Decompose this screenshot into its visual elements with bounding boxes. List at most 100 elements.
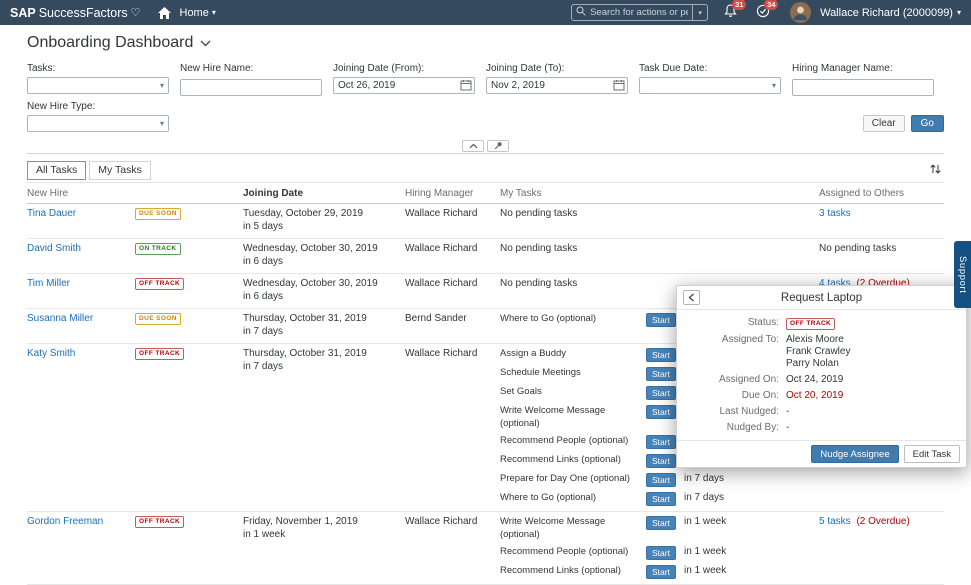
edit-task-button[interactable]: Edit Task: [904, 445, 960, 463]
tab-all-tasks[interactable]: All Tasks: [27, 161, 86, 180]
joining-date: Friday, November 1, 2019: [243, 516, 405, 529]
go-button[interactable]: Go: [911, 115, 944, 132]
popup-footer: Nudge Assignee Edit Task: [677, 440, 966, 467]
start-task-button[interactable]: Start: [646, 492, 676, 506]
joining-date-to-input[interactable]: [486, 77, 628, 94]
status-badge: DUE SOON: [135, 208, 181, 220]
collapse-filter-button[interactable]: [462, 140, 484, 152]
new-hire-name-input[interactable]: [180, 79, 322, 96]
filter-field-new-hire-type: New Hire Type: ▾: [27, 101, 169, 132]
todo-button[interactable]: 34: [756, 5, 772, 21]
tab-strip: All Tasks My Tasks: [27, 161, 944, 183]
calendar-icon[interactable]: [612, 79, 626, 92]
start-task-button[interactable]: Start: [646, 473, 676, 487]
start-task-button[interactable]: Start: [646, 516, 676, 530]
assigned-tasks-link[interactable]: 3 tasks: [819, 208, 851, 219]
hiring-manager-cell: Bernd Sander: [405, 313, 500, 338]
notifications-button[interactable]: 31: [724, 5, 740, 21]
filter-field-hiring-manager: Hiring Manager Name:: [792, 63, 934, 96]
hiring-manager-name-input[interactable]: [792, 79, 934, 96]
title-chevron-icon[interactable]: [200, 34, 211, 52]
hiring-manager-cell: Wallace Richard: [405, 243, 500, 268]
chevron-down-icon: ▾: [957, 8, 961, 17]
joining-date-cell: Friday, November 1, 2019 in 1 week: [243, 516, 405, 579]
new-hire-link[interactable]: Tim Miller: [27, 278, 135, 291]
column-header-assigned[interactable]: Assigned to Others: [819, 188, 936, 199]
task-label: Recommend Links (optional): [500, 565, 646, 578]
popup-field-label: Assigned To:: [687, 334, 779, 370]
user-name-label: Wallace Richard (2000099): [820, 7, 953, 19]
popup-field-label: Status:: [687, 317, 779, 330]
brand-sap: SAP: [10, 6, 36, 20]
filter-field-joining-from: Joining Date (From):: [333, 63, 475, 96]
start-task-button[interactable]: Start: [646, 565, 676, 579]
task-row: Write Welcome Message (optional) Start i…: [500, 516, 819, 541]
filter-field-tasks: Tasks: ▾: [27, 63, 169, 96]
user-menu[interactable]: Wallace Richard (2000099) ▾: [820, 7, 961, 19]
filter-label: New Hire Name:: [180, 63, 322, 74]
sort-button[interactable]: [927, 163, 944, 178]
popup-field-label: Assigned On:: [687, 374, 779, 386]
start-task-button[interactable]: Start: [646, 367, 676, 381]
popup-title: Request Laptop: [700, 292, 943, 304]
search-box[interactable]: Search for actions or people ▾: [571, 4, 708, 21]
filter-field-new-hire-name: New Hire Name:: [180, 63, 322, 96]
joining-date-relative: in 6 days: [243, 291, 405, 304]
assigned-tasks-link[interactable]: 5 tasks: [819, 516, 851, 527]
start-task-button[interactable]: Start: [646, 348, 676, 362]
column-header-new-hire[interactable]: New Hire: [27, 188, 243, 199]
joining-date: Thursday, October 31, 2019: [243, 313, 405, 326]
new-hire-link[interactable]: Susanna Miller: [27, 313, 135, 326]
filter-label: Joining Date (To):: [486, 63, 628, 74]
new-hire-link[interactable]: Katy Smith: [27, 348, 135, 361]
no-pending-tasks: No pending tasks: [500, 278, 577, 289]
pin-filter-button[interactable]: [487, 140, 509, 152]
start-task-button[interactable]: Start: [646, 454, 676, 468]
task-due: in 7 days: [684, 492, 724, 505]
column-header-my-tasks[interactable]: My Tasks: [500, 188, 819, 199]
task-due-date-select[interactable]: ▾: [639, 77, 781, 94]
column-header-hiring-manager[interactable]: Hiring Manager: [405, 188, 500, 199]
popup-last-nudged-value: -: [786, 406, 956, 418]
column-header-joining-date[interactable]: Joining Date: [243, 188, 405, 199]
page-title-row: Onboarding Dashboard: [0, 25, 971, 57]
hiring-manager-cell: Wallace Richard: [405, 516, 500, 579]
status-badge: ON TRACK: [135, 243, 181, 255]
popup-back-button[interactable]: [683, 290, 700, 305]
new-hire-link[interactable]: Gordon Freeman: [27, 516, 135, 529]
avatar[interactable]: [790, 2, 811, 23]
task-label: Recommend People (optional): [500, 546, 646, 559]
joining-date-from-input[interactable]: [333, 77, 475, 94]
joining-date-relative: in 1 week: [243, 529, 405, 542]
tab-my-tasks[interactable]: My Tasks: [89, 161, 151, 180]
start-task-button[interactable]: Start: [646, 386, 676, 400]
new-hire-link[interactable]: Tina Dauer: [27, 208, 135, 221]
home-menu-label: Home: [180, 7, 209, 19]
home-icon[interactable]: [158, 7, 171, 19]
new-hire-link[interactable]: David Smith: [27, 243, 135, 256]
popup-nudged-by-value: -: [786, 422, 956, 434]
calendar-icon[interactable]: [459, 79, 473, 92]
search-scope-dropdown[interactable]: ▾: [692, 5, 707, 20]
popup-assignees: Alexis Moore Frank Crawley Parry Nolan: [786, 334, 956, 370]
no-pending-tasks: No pending tasks: [500, 208, 577, 219]
tasks-select[interactable]: ▾: [27, 77, 169, 94]
task-label: Schedule Meetings: [500, 367, 646, 380]
start-task-button[interactable]: Start: [646, 546, 676, 560]
task-due: in 1 week: [684, 516, 726, 529]
support-tab[interactable]: Support: [954, 241, 971, 308]
task-label: Recommend People (optional): [500, 435, 646, 448]
status-badge: OFF TRACK: [135, 348, 184, 360]
start-task-button[interactable]: Start: [646, 313, 676, 327]
start-task-button[interactable]: Start: [646, 405, 676, 419]
filter-label: Joining Date (From):: [333, 63, 475, 74]
task-label: Where to Go (optional): [500, 313, 646, 326]
home-menu[interactable]: Home ▾: [180, 7, 216, 19]
nudge-assignee-button[interactable]: Nudge Assignee: [811, 445, 898, 463]
filter-field-task-due: Task Due Date: ▾: [639, 63, 781, 96]
clear-button[interactable]: Clear: [863, 115, 905, 132]
chevron-down-icon: ▾: [772, 81, 776, 90]
new-hire-type-select[interactable]: ▾: [27, 115, 169, 132]
start-task-button[interactable]: Start: [646, 435, 676, 449]
assigned-text: No pending tasks: [819, 243, 896, 254]
